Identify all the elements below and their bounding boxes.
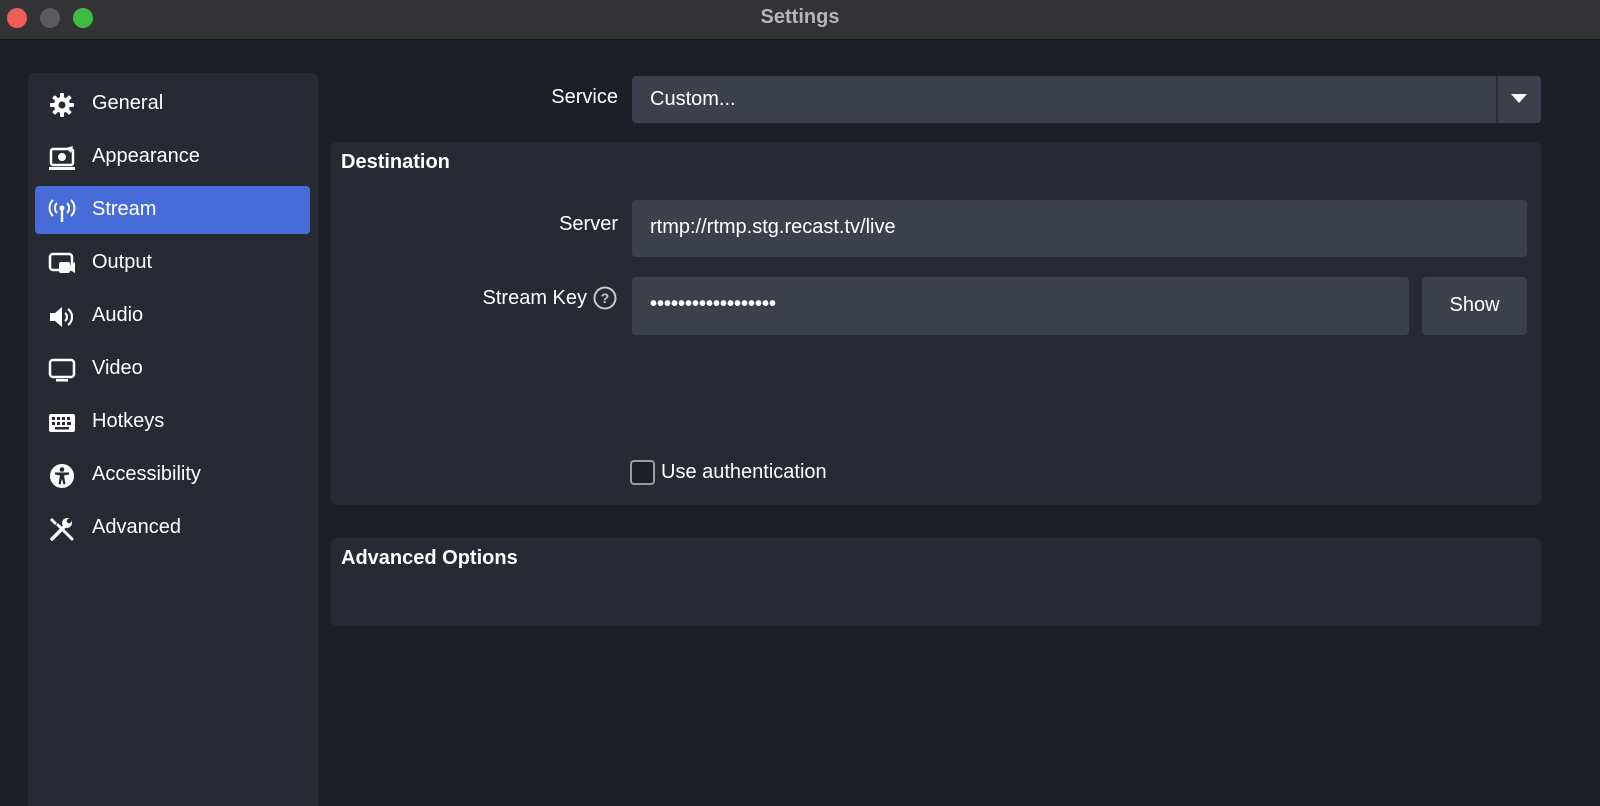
sidebar-item-output[interactable]: Output — [35, 239, 310, 287]
server-label: Server — [559, 213, 618, 235]
sidebar-item-advanced[interactable]: Advanced — [35, 504, 310, 552]
stream-key-masked-value: •••••••••••••••••• — [650, 293, 777, 315]
sidebar-item-video[interactable]: Video — [35, 345, 310, 393]
monitor-icon — [48, 357, 76, 383]
sidebar-item-audio[interactable]: Audio — [35, 292, 310, 340]
settings-sidebar: General Appearance Stream Output Audio V… — [28, 73, 318, 806]
speaker-icon — [48, 304, 76, 330]
stream-key-label: Stream Key — [482, 287, 587, 309]
antenna-icon — [48, 198, 76, 224]
stream-key-input[interactable]: •••••••••••••••••• — [632, 277, 1409, 335]
show-button-label: Show — [1449, 294, 1500, 316]
select-divider — [1496, 76, 1498, 123]
sidebar-item-label: Accessibility — [92, 463, 201, 485]
show-stream-key-button[interactable]: Show — [1422, 277, 1527, 335]
destination-title: Destination — [341, 151, 450, 173]
use-authentication-label[interactable]: Use authentication — [661, 461, 827, 484]
appearance-icon — [48, 145, 76, 171]
sidebar-item-hotkeys[interactable]: Hotkeys — [35, 398, 310, 446]
sidebar-item-label: Advanced — [92, 516, 181, 538]
help-icon[interactable]: ? — [593, 286, 617, 310]
sidebar-item-label: Appearance — [92, 145, 200, 167]
advanced-options-panel: Advanced Options — [331, 538, 1541, 626]
sidebar-item-label: Audio — [92, 304, 144, 326]
title-bar: Settings — [0, 0, 1600, 40]
server-input-value: rtmp://rtmp.stg.recast.tv/live — [650, 216, 896, 238]
sidebar-item-general[interactable]: General — [35, 80, 310, 128]
keyboard-icon — [48, 410, 76, 436]
service-label: Service — [551, 86, 618, 108]
svg-text:?: ? — [601, 290, 610, 306]
sidebar-item-appearance[interactable]: Appearance — [35, 133, 310, 181]
use-authentication-checkbox[interactable] — [630, 460, 655, 485]
service-selected-value: Custom... — [650, 88, 736, 110]
sidebar-item-stream[interactable]: Stream — [35, 186, 310, 234]
sidebar-item-accessibility[interactable]: Accessibility — [35, 451, 310, 499]
server-input[interactable]: rtmp://rtmp.stg.recast.tv/live — [632, 200, 1527, 257]
sidebar-item-label: Stream — [92, 198, 157, 220]
sidebar-item-label: Output — [92, 251, 153, 273]
advanced-options-title: Advanced Options — [341, 547, 518, 569]
gear-icon — [48, 92, 76, 118]
service-select[interactable]: Custom... — [632, 76, 1541, 123]
sidebar-item-label: Hotkeys — [92, 410, 165, 432]
wrench-screwdriver-icon — [48, 516, 76, 542]
sidebar-item-label: General — [92, 92, 164, 114]
accessibility-icon — [48, 463, 76, 489]
sidebar-item-label: Video — [92, 357, 143, 379]
output-icon — [48, 251, 76, 277]
window-title: Settings — [760, 6, 840, 28]
chevron-down-icon[interactable] — [1511, 94, 1527, 103]
